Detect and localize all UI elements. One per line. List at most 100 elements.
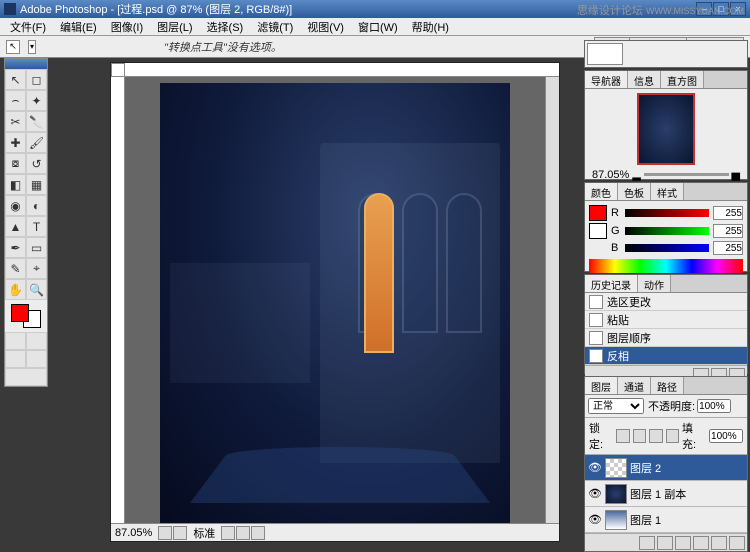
layer-name[interactable]: 图层 1 bbox=[630, 512, 661, 528]
lock-paint-icon[interactable] bbox=[633, 429, 647, 443]
history-item[interactable]: 图层顺序 bbox=[585, 329, 747, 347]
blur-tool-icon[interactable]: ◉ bbox=[5, 195, 26, 216]
history-item[interactable]: 反相 bbox=[585, 347, 747, 365]
color-ramp[interactable] bbox=[589, 259, 743, 273]
tab-channels[interactable]: 通道 bbox=[618, 377, 651, 394]
screen-std-icon[interactable] bbox=[5, 350, 26, 368]
eraser-tool-icon[interactable]: ◧ bbox=[5, 174, 26, 195]
slice-tool-icon[interactable]: 🔪 bbox=[26, 111, 47, 132]
toolbox-header[interactable] bbox=[5, 59, 47, 69]
history-item[interactable]: 粘贴 bbox=[585, 311, 747, 329]
opacity-input[interactable] bbox=[697, 399, 731, 413]
ruler-origin[interactable] bbox=[111, 63, 125, 77]
hand-tool-icon[interactable]: ✋ bbox=[5, 279, 26, 300]
move-tool-icon[interactable]: ↖ bbox=[5, 69, 26, 90]
b-slider[interactable] bbox=[625, 244, 709, 252]
g-slider[interactable] bbox=[625, 227, 709, 235]
menu-help[interactable]: 帮助(H) bbox=[406, 19, 455, 35]
folder-icon[interactable] bbox=[675, 536, 691, 550]
zoom-slider[interactable] bbox=[644, 173, 729, 176]
lock-move-icon[interactable] bbox=[649, 429, 663, 443]
color-fg-swatch[interactable] bbox=[589, 205, 607, 221]
shape-tool-icon[interactable]: ▭ bbox=[26, 237, 47, 258]
menu-edit[interactable]: 编辑(E) bbox=[54, 19, 103, 35]
heal-tool-icon[interactable]: ✚ bbox=[5, 132, 26, 153]
tab-paths[interactable]: 路径 bbox=[651, 377, 684, 394]
menu-layer[interactable]: 图层(L) bbox=[151, 19, 198, 35]
layer-row[interactable]: 👁 图层 1 bbox=[585, 507, 747, 533]
dodge-tool-icon[interactable]: ◐ bbox=[26, 195, 47, 216]
new-layer-icon[interactable] bbox=[711, 536, 727, 550]
wand-tool-icon[interactable]: ✦ bbox=[26, 90, 47, 111]
gradient-tool-icon[interactable]: ▦ bbox=[26, 174, 47, 195]
tool-preset-dropdown[interactable]: ▾ bbox=[28, 40, 36, 54]
tab-info[interactable]: 信息 bbox=[628, 71, 661, 88]
zoom-tool-icon[interactable]: 🔍 bbox=[26, 279, 47, 300]
menu-image[interactable]: 图像(I) bbox=[105, 19, 149, 35]
lock-trans-icon[interactable] bbox=[616, 429, 630, 443]
tab-swatches[interactable]: 色板 bbox=[618, 183, 651, 200]
zoom-in-icon[interactable]: ▅ bbox=[732, 168, 740, 181]
jump-to-icon[interactable] bbox=[5, 368, 47, 386]
status-icon[interactable] bbox=[236, 526, 250, 540]
ruler-vertical[interactable] bbox=[111, 77, 125, 523]
status-zoom[interactable]: 87.05% bbox=[115, 527, 152, 539]
ruler-horizontal[interactable] bbox=[125, 63, 559, 77]
zoom-out-icon[interactable]: ▂ bbox=[632, 168, 640, 181]
notes-tool-icon[interactable]: ✎ bbox=[5, 258, 26, 279]
tool-preset-icon[interactable]: ↖ bbox=[6, 40, 20, 54]
menu-file[interactable]: 文件(F) bbox=[4, 19, 52, 35]
stamp-tool-icon[interactable]: ⧇ bbox=[5, 153, 26, 174]
pen-tool-icon[interactable]: ✒ bbox=[5, 237, 26, 258]
g-input[interactable] bbox=[713, 224, 743, 238]
adjust-icon[interactable] bbox=[693, 536, 709, 550]
marquee-tool-icon[interactable]: ◻ bbox=[26, 69, 47, 90]
scrollbar-vertical[interactable] bbox=[545, 77, 559, 523]
menu-filter[interactable]: 滤镜(T) bbox=[251, 19, 299, 35]
r-input[interactable] bbox=[713, 206, 743, 220]
r-slider[interactable] bbox=[625, 209, 709, 217]
fill-input[interactable] bbox=[709, 429, 743, 443]
foreground-swatch[interactable] bbox=[11, 304, 29, 322]
tab-styles[interactable]: 样式 bbox=[651, 183, 684, 200]
lock-all-icon[interactable] bbox=[666, 429, 680, 443]
path-tool-icon[interactable]: ▲ bbox=[5, 216, 26, 237]
status-icon[interactable] bbox=[251, 526, 265, 540]
layer-name[interactable]: 图层 1 副本 bbox=[630, 486, 686, 502]
tab-layers[interactable]: 图层 bbox=[585, 377, 618, 394]
history-brush-icon[interactable]: ↺ bbox=[26, 153, 47, 174]
menu-view[interactable]: 视图(V) bbox=[301, 19, 350, 35]
layer-thumb[interactable] bbox=[605, 510, 627, 530]
b-input[interactable] bbox=[713, 241, 743, 255]
tab-navigator[interactable]: 导航器 bbox=[585, 71, 628, 88]
brush-thumb[interactable] bbox=[587, 43, 623, 65]
trash-icon[interactable] bbox=[729, 536, 745, 550]
lasso-tool-icon[interactable]: ⌢ bbox=[5, 90, 26, 111]
fx-icon[interactable] bbox=[639, 536, 655, 550]
tab-actions[interactable]: 动作 bbox=[638, 275, 671, 292]
layer-thumb[interactable] bbox=[605, 484, 627, 504]
quickmask-mode-icon[interactable] bbox=[26, 332, 47, 350]
blend-mode-select[interactable]: 正常 bbox=[588, 398, 644, 414]
screen-full-icon[interactable] bbox=[26, 350, 47, 368]
visibility-icon[interactable]: 👁 bbox=[588, 513, 602, 527]
layer-row[interactable]: 👁 图层 2 bbox=[585, 455, 747, 481]
layer-thumb[interactable] bbox=[605, 458, 627, 478]
layer-name[interactable]: 图层 2 bbox=[630, 460, 661, 476]
nav-zoom-value[interactable]: 87.05% bbox=[592, 169, 629, 181]
menu-window[interactable]: 窗口(W) bbox=[352, 19, 404, 35]
eyedropper-tool-icon[interactable]: ⌖ bbox=[26, 258, 47, 279]
visibility-icon[interactable]: 👁 bbox=[588, 461, 602, 475]
navigator-thumb[interactable] bbox=[637, 93, 695, 165]
history-item[interactable]: 选区更改 bbox=[585, 293, 747, 311]
color-swatches[interactable] bbox=[11, 304, 41, 328]
brush-tool-icon[interactable]: 🖌 bbox=[26, 132, 47, 153]
crop-tool-icon[interactable]: ✂ bbox=[5, 111, 26, 132]
canvas-area[interactable] bbox=[125, 77, 545, 523]
layer-row[interactable]: 👁 图层 1 副本 bbox=[585, 481, 747, 507]
menu-select[interactable]: 选择(S) bbox=[201, 19, 250, 35]
standard-mode-icon[interactable] bbox=[5, 332, 26, 350]
tab-color[interactable]: 颜色 bbox=[585, 183, 618, 200]
visibility-icon[interactable]: 👁 bbox=[588, 487, 602, 501]
status-icon[interactable] bbox=[221, 526, 235, 540]
